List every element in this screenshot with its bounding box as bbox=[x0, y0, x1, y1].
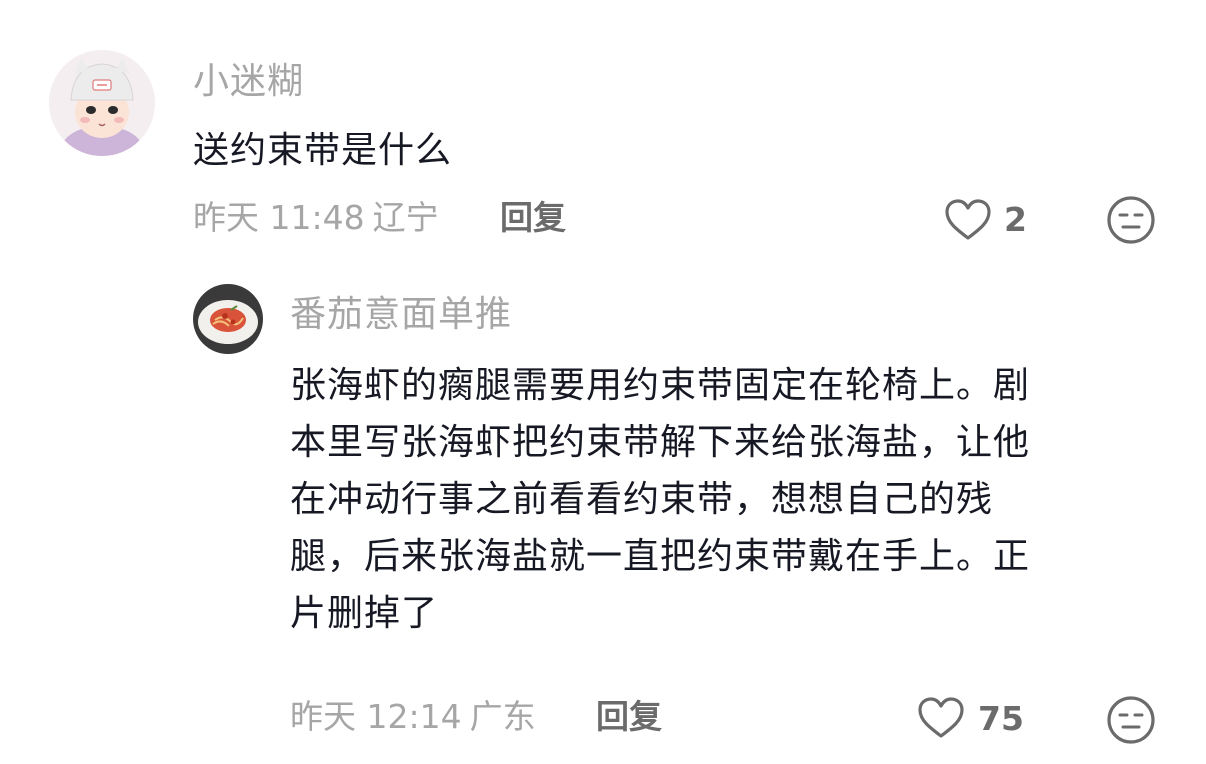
comment-time: 昨天 12:14 bbox=[290, 697, 462, 736]
comment-location: 广东 bbox=[469, 697, 536, 736]
comment-meta: 昨天 11:48 辽宁 bbox=[193, 198, 439, 238]
avatar-image bbox=[193, 284, 263, 354]
heart-outline-icon[interactable] bbox=[944, 198, 992, 242]
meh-face-icon[interactable] bbox=[1106, 195, 1156, 245]
avatar[interactable] bbox=[49, 50, 155, 156]
reply-button[interactable]: 回复 bbox=[500, 198, 566, 238]
avatar[interactable] bbox=[193, 284, 263, 354]
like-count: 2 bbox=[1004, 200, 1027, 239]
comment-text: 张海虾的瘸腿需要用约束带固定在轮椅上。剧 本里写张海虾把约束带解下来给张海盐，让… bbox=[290, 357, 1030, 642]
comment-text-line: 张海虾的瘸腿需要用约束带固定在轮椅上。剧 bbox=[290, 365, 1031, 406]
comment-meta: 昨天 12:14 广东 bbox=[290, 697, 536, 737]
avatar-image bbox=[49, 50, 155, 156]
comment-username[interactable]: 小迷糊 bbox=[193, 60, 304, 104]
comment-time: 昨天 11:48 bbox=[193, 198, 365, 237]
comment-text-line: 本里写张海虾把约束带解下来给张海盐，让他 bbox=[290, 422, 1031, 463]
comment-username[interactable]: 番茄意面单推 bbox=[290, 293, 512, 337]
meh-face-icon[interactable] bbox=[1106, 695, 1156, 745]
comment-thread: 小迷糊 送约束带是什么 昨天 11:48 辽宁 回复 2 番茄意面单推 张海虾的瘸… bbox=[0, 0, 1206, 764]
comment-text-line: 腿，后来张海盐就一直把约束带戴在手上。正 bbox=[290, 536, 1031, 577]
comment-text-line: 片删掉了 bbox=[290, 593, 439, 634]
heart-outline-icon[interactable] bbox=[917, 696, 965, 740]
comment-text-line: 在冲动行事之前看看约束带，想想自己的残 bbox=[290, 479, 994, 520]
reply-button[interactable]: 回复 bbox=[596, 697, 662, 737]
comment-text: 送约束带是什么 bbox=[193, 130, 453, 171]
comment-location: 辽宁 bbox=[372, 198, 439, 237]
like-count: 75 bbox=[978, 699, 1024, 738]
